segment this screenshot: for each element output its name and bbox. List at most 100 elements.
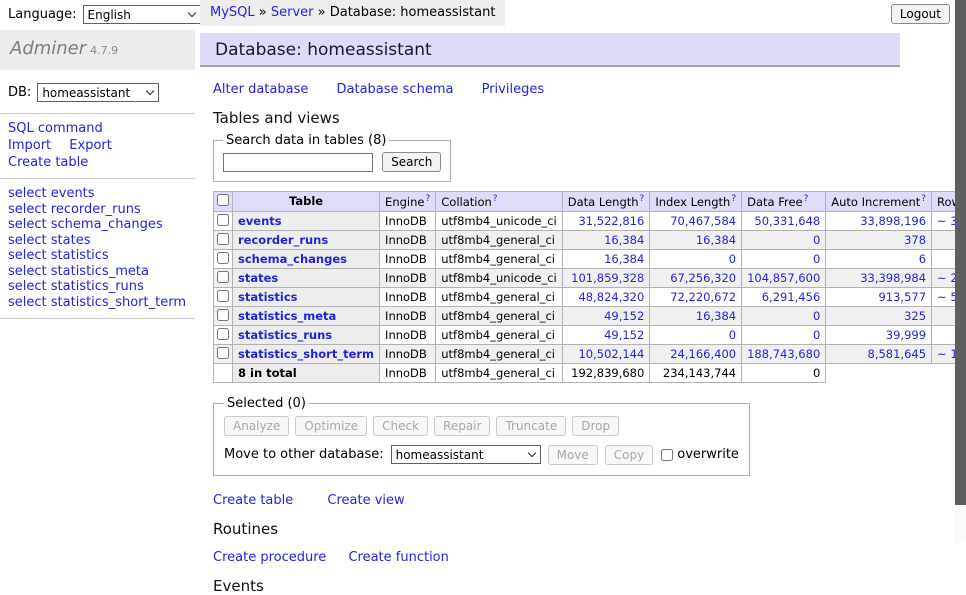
search-input[interactable] <box>223 153 373 172</box>
index-length-link[interactable]: 70,467,584 <box>670 214 736 228</box>
index-length-link[interactable]: 0 <box>729 252 736 266</box>
create-link[interactable]: Create view <box>327 493 404 508</box>
optimize-button[interactable]: Optimize <box>295 416 367 436</box>
auto-increment-link[interactable]: 8,581,645 <box>868 347 927 361</box>
index-length-link[interactable]: 16,384 <box>696 233 736 247</box>
row-checkbox[interactable] <box>217 252 229 264</box>
breadcrumb-item[interactable]: MySQL <box>210 5 255 20</box>
data-length-link[interactable]: 10,502,144 <box>578 347 644 361</box>
data-length-link[interactable]: 31,522,816 <box>578 214 644 228</box>
analyze-button[interactable]: Analyze <box>224 416 289 436</box>
row-checkbox[interactable] <box>217 328 229 340</box>
data-free-link[interactable]: 6,291,456 <box>762 290 821 304</box>
create-link[interactable]: Create table <box>213 493 293 508</box>
sidebar-select-table-link[interactable]: select statistics_short_term <box>8 295 187 311</box>
help-icon[interactable]: ? <box>731 194 736 204</box>
database-action-link[interactable]: Privileges <box>482 82 545 97</box>
page-scrollbar[interactable] <box>955 0 966 543</box>
move-button[interactable]: Move <box>548 445 598 465</box>
sidebar-select-table-link[interactable]: select statistics_meta <box>8 264 187 280</box>
check-button[interactable]: Check <box>373 416 428 436</box>
repair-button[interactable]: Repair <box>434 416 490 436</box>
column-header-collation: Collation? <box>436 192 563 212</box>
sidebar-select-table-link[interactable]: select states <box>8 233 187 249</box>
row-checkbox[interactable] <box>217 309 229 321</box>
data-free-link[interactable]: 50,331,648 <box>754 214 820 228</box>
sidebar-select-table-link[interactable]: select statistics <box>8 248 187 264</box>
data-free-link[interactable]: 0 <box>813 328 820 342</box>
column-header-index-length: Index Length? <box>650 192 742 212</box>
auto-increment-link[interactable]: 6 <box>919 252 926 266</box>
data-free-cell: 0 <box>742 306 826 325</box>
auto-increment-link[interactable]: 913,577 <box>878 290 926 304</box>
table-name-link[interactable]: schema_changes <box>238 252 347 266</box>
auto-increment-link[interactable]: 39,999 <box>886 328 926 342</box>
help-icon[interactable]: ? <box>804 194 809 204</box>
table-name-link[interactable]: statistics <box>238 290 298 304</box>
routine-create-link[interactable]: Create function <box>348 550 448 565</box>
row-checkbox[interactable] <box>217 347 229 359</box>
routine-create-link[interactable]: Create procedure <box>213 550 326 565</box>
index-length-link[interactable]: 72,220,672 <box>670 290 736 304</box>
index-length-link[interactable]: 0 <box>729 328 736 342</box>
help-icon[interactable]: ? <box>493 194 498 204</box>
sidebar-command-link[interactable]: Import <box>8 138 51 153</box>
row-checkbox[interactable] <box>217 233 229 245</box>
scrollbar-thumb[interactable] <box>955 0 966 505</box>
row-checkbox[interactable] <box>217 271 229 283</box>
table-name-link[interactable]: statistics_runs <box>238 328 332 342</box>
data-length-link[interactable]: 49,152 <box>604 309 644 323</box>
table-name-link[interactable]: recorder_runs <box>238 233 328 247</box>
main-content: MySQL » Server » Database: homeassistant… <box>200 0 956 543</box>
data-free-link[interactable]: 104,857,600 <box>747 271 820 285</box>
sidebar-select-table-link[interactable]: select statistics_runs <box>8 279 187 295</box>
data-length-link[interactable]: 48,824,320 <box>578 290 644 304</box>
breadcrumb-separator: » <box>255 5 271 20</box>
auto-increment-link[interactable]: 33,898,196 <box>860 214 926 228</box>
row-checkbox[interactable] <box>217 290 229 302</box>
data-length-link[interactable]: 16,384 <box>604 252 644 266</box>
auto-increment-link[interactable]: 378 <box>904 233 926 247</box>
table-name-link[interactable]: states <box>238 271 278 285</box>
database-action-link[interactable]: Database schema <box>337 82 454 97</box>
help-icon[interactable]: ? <box>640 194 645 204</box>
sidebar-select-table-link[interactable]: select recorder_runs <box>8 202 187 218</box>
drop-button[interactable]: Drop <box>572 416 619 436</box>
copy-button[interactable]: Copy <box>605 445 653 465</box>
table-name-cell: recorder_runs <box>233 230 380 249</box>
data-length-link[interactable]: 16,384 <box>604 233 644 247</box>
table-name-link[interactable]: events <box>238 214 282 228</box>
auto-increment-cell: 33,398,984 <box>826 268 932 287</box>
table-name-link[interactable]: statistics_meta <box>238 309 336 323</box>
search-button[interactable]: Search <box>382 152 441 172</box>
overwrite-checkbox[interactable] <box>661 449 673 461</box>
data-free-link[interactable]: 0 <box>813 309 820 323</box>
help-icon[interactable]: ? <box>921 194 926 204</box>
sidebar-select-table-link[interactable]: select schema_changes <box>8 217 187 233</box>
select-all-checkbox[interactable] <box>217 194 229 206</box>
database-action-link[interactable]: Alter database <box>213 82 308 97</box>
help-icon[interactable]: ? <box>425 194 430 204</box>
sidebar-command-link[interactable]: SQL command <box>8 121 103 136</box>
row-checkbox[interactable] <box>217 214 229 226</box>
auto-increment-link[interactable]: 325 <box>904 309 926 323</box>
data-free-link[interactable]: 0 <box>813 233 820 247</box>
auto-increment-link[interactable]: 33,398,984 <box>860 271 926 285</box>
truncate-button[interactable]: Truncate <box>496 416 566 436</box>
sidebar-command-link[interactable]: Create table <box>8 155 88 170</box>
data-free-link[interactable]: 0 <box>813 252 820 266</box>
data-length-link[interactable]: 101,859,328 <box>571 271 644 285</box>
sidebar-command-link[interactable]: Export <box>69 138 112 153</box>
table-row: recorder_runsInnoDButf8mb4_general_ci16,… <box>214 230 966 249</box>
breadcrumb-item[interactable]: Server <box>271 5 314 20</box>
db-select[interactable]: homeassistant <box>37 83 159 102</box>
app-brand: Adminer4.7.9 <box>0 30 195 70</box>
data-free-link[interactable]: 188,743,680 <box>747 347 820 361</box>
index-length-link[interactable]: 16,384 <box>696 309 736 323</box>
index-length-link[interactable]: 67,256,320 <box>670 271 736 285</box>
data-length-link[interactable]: 49,152 <box>604 328 644 342</box>
table-name-link[interactable]: statistics_short_term <box>238 347 374 361</box>
move-db-select[interactable]: homeassistant <box>391 445 541 464</box>
sidebar-select-table-link[interactable]: select events <box>8 186 187 202</box>
index-length-link[interactable]: 24,166,400 <box>670 347 736 361</box>
